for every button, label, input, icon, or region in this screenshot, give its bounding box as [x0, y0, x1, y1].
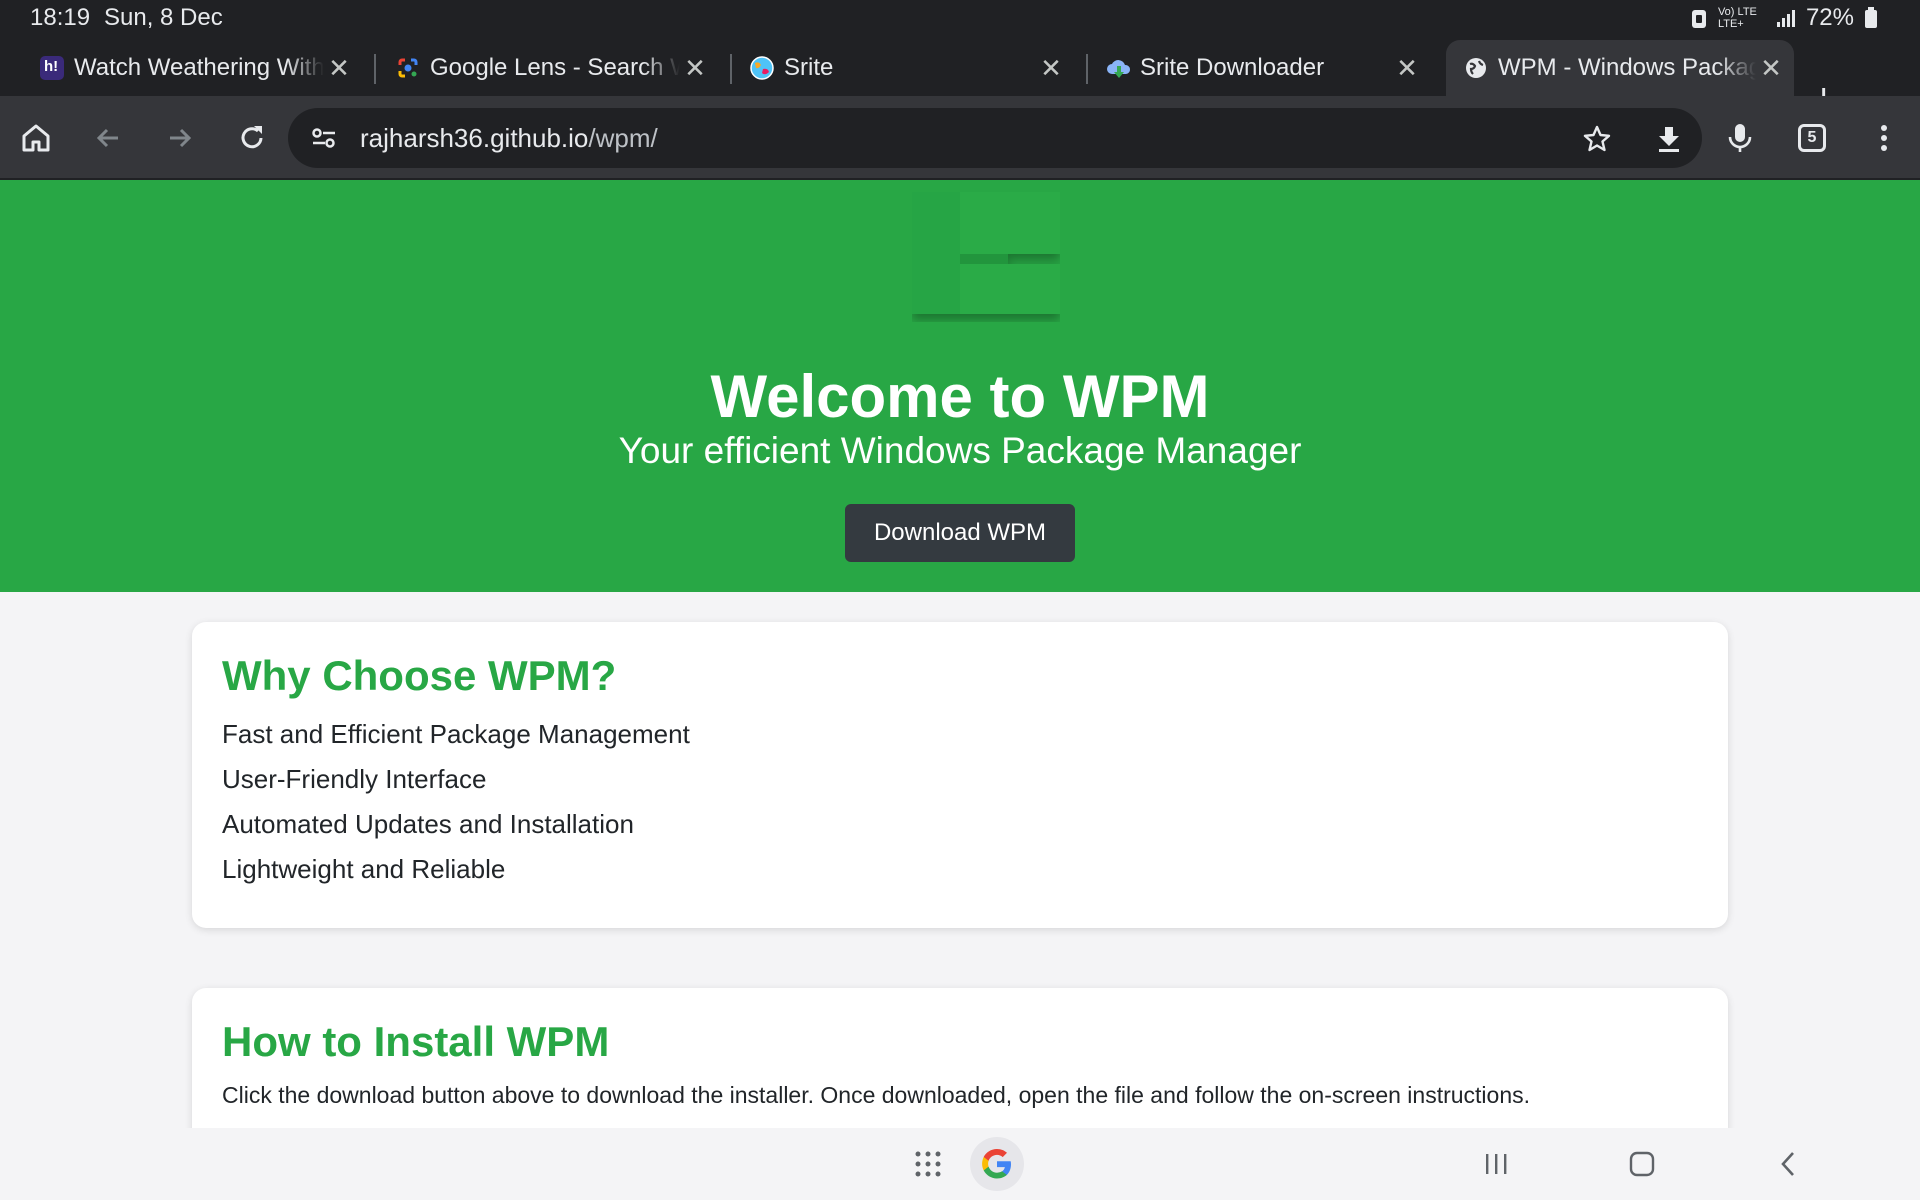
google-g-icon	[982, 1149, 1011, 1179]
tab-title: Srite	[784, 54, 834, 81]
battery-saver-icon	[1691, 10, 1706, 28]
cloud-download-icon	[1106, 56, 1131, 80]
close-icon[interactable]: ✕	[1756, 53, 1786, 84]
tab-title: Google Lens - Search W	[430, 54, 680, 81]
close-icon[interactable]: ✕	[1036, 53, 1066, 84]
install-heading: How to Install WPM	[222, 1018, 610, 1065]
tab-count: 5	[1807, 129, 1817, 146]
feature-item: Fast and Efficient Package Management	[222, 719, 690, 749]
tab-weathering[interactable]: h! Watch Weathering With You ✕	[22, 40, 362, 96]
more-vertical-icon	[1881, 125, 1887, 151]
download-wpm-button[interactable]: Download WPM	[845, 504, 1075, 562]
arrow-right-icon	[170, 128, 192, 148]
menu-button[interactable]	[1860, 114, 1908, 162]
globe-color-icon	[750, 56, 774, 80]
tab-strip: h! Watch Weathering With You ✕ Google Le…	[0, 36, 1920, 120]
home-icon	[22, 124, 50, 152]
close-icon[interactable]: ✕	[680, 53, 710, 84]
back-nav-button[interactable]	[1762, 1138, 1814, 1190]
forward-button[interactable]	[156, 114, 204, 162]
tab-title: Watch Weathering With You	[74, 54, 324, 81]
apps-grid-icon	[915, 1151, 941, 1177]
arrow-left-icon	[96, 128, 118, 148]
page-subtitle: Your efficient Windows Package Manager	[618, 430, 1302, 471]
home-nav-button[interactable]	[1616, 1138, 1668, 1190]
home-button[interactable]	[12, 114, 60, 162]
feature-item: Automated Updates and Installation	[222, 809, 634, 839]
status-indicators: Vo) LTE LTE+ 72%	[1690, 4, 1878, 32]
system-nav-bar	[0, 1128, 1920, 1200]
url-host: rajharsh36.github.io	[360, 123, 589, 153]
tab-srite[interactable]: Srite ✕	[732, 40, 1074, 96]
status-date: Sun, 8 Dec	[104, 4, 223, 31]
site-settings-icon[interactable]	[310, 125, 338, 151]
status-time: 18:19	[30, 4, 91, 31]
tab-title: WPM - Windows Package	[1498, 54, 1756, 81]
reload-icon	[241, 126, 263, 149]
tab-title: Srite Downloader	[1140, 54, 1325, 81]
bookmark-star-icon[interactable]	[1582, 124, 1612, 154]
recent-apps-button[interactable]	[1470, 1138, 1522, 1190]
feature-item: Lightweight and Reliable	[222, 854, 506, 884]
url-path: /wpm/	[588, 123, 658, 153]
close-icon[interactable]: ✕	[324, 53, 354, 84]
tab-switcher-button[interactable]: 5	[1788, 114, 1836, 162]
browser-toolbar: rajharsh36.github.io/wpm/ 5	[0, 96, 1920, 180]
recents-icon	[1486, 1154, 1507, 1174]
status-bar: 18:19 Sun, 8 Dec Vo) LTE LTE+ 72%	[0, 0, 1920, 36]
google-app-button[interactable]	[970, 1137, 1024, 1191]
tab-wpm[interactable]: WPM - Windows Package ✕	[1446, 40, 1794, 96]
back-button[interactable]	[84, 114, 132, 162]
globe-icon	[1464, 56, 1488, 80]
why-choose-card: Why Choose WPM? Fast and Efficient Packa…	[192, 622, 1728, 928]
network-label: Vo) LTE LTE+	[1717, 6, 1757, 30]
tab-srite-downloader[interactable]: Srite Downloader ✕	[1088, 40, 1430, 96]
page-title: Welcome to WPM	[710, 363, 1210, 430]
download-icon[interactable]	[1654, 124, 1684, 154]
reload-button[interactable]	[228, 114, 276, 162]
tab-count-icon: 5	[1798, 124, 1826, 152]
microphone-icon	[1728, 124, 1752, 152]
home-square-icon	[1629, 1151, 1655, 1177]
hero-section: Welcome to WPM Your efficient Windows Pa…	[0, 180, 1920, 592]
battery-icon	[1865, 7, 1877, 28]
battery-percent: 72%	[1805, 4, 1854, 31]
signal-icon	[1776, 10, 1795, 27]
address-bar[interactable]: rajharsh36.github.io/wpm/	[288, 108, 1702, 168]
chevron-left-icon	[1781, 1152, 1794, 1176]
tab-google-lens[interactable]: Google Lens - Search W ✕	[378, 40, 718, 96]
url-text[interactable]: rajharsh36.github.io/wpm/	[360, 123, 658, 154]
why-choose-heading: Why Choose WPM?	[222, 652, 617, 699]
close-icon[interactable]: ✕	[1392, 53, 1422, 84]
google-lens-icon	[396, 56, 420, 80]
voice-search-button[interactable]	[1716, 114, 1764, 162]
wpm-logo-icon	[912, 192, 1060, 314]
install-instructions: Click the download button above to downl…	[222, 1082, 1531, 1108]
tab-divider	[374, 54, 376, 84]
feature-item: User-Friendly Interface	[222, 764, 487, 794]
hianime-icon: h!	[40, 56, 64, 80]
app-drawer-button[interactable]	[902, 1138, 954, 1190]
